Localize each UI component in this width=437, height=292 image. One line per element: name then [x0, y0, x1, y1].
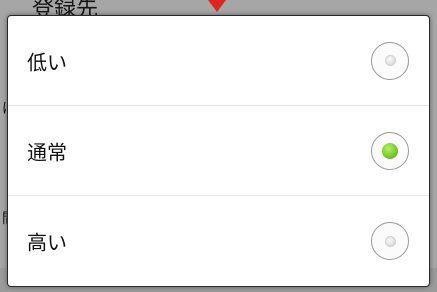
option-normal[interactable]: 通常 — [8, 106, 429, 196]
radio-checked-icon — [382, 142, 398, 159]
radio-unchecked-icon — [384, 55, 396, 66]
option-high[interactable]: 高い — [8, 196, 429, 286]
option-normal-label: 通常 — [27, 140, 67, 164]
option-normal-radio[interactable] — [371, 131, 409, 170]
option-high-radio[interactable] — [371, 222, 409, 260]
screen: 登録先 ほ 間 低い 通常 高い — [0, 0, 437, 292]
option-low[interactable]: 低い — [8, 16, 429, 106]
pointer-arrow-icon — [208, 0, 226, 12]
priority-dialog: 低い 通常 高い — [8, 16, 429, 286]
option-low-radio[interactable] — [371, 41, 409, 80]
radio-unchecked-icon — [384, 235, 396, 247]
option-high-label: 高い — [27, 230, 67, 255]
option-low-label: 低い — [27, 50, 67, 74]
